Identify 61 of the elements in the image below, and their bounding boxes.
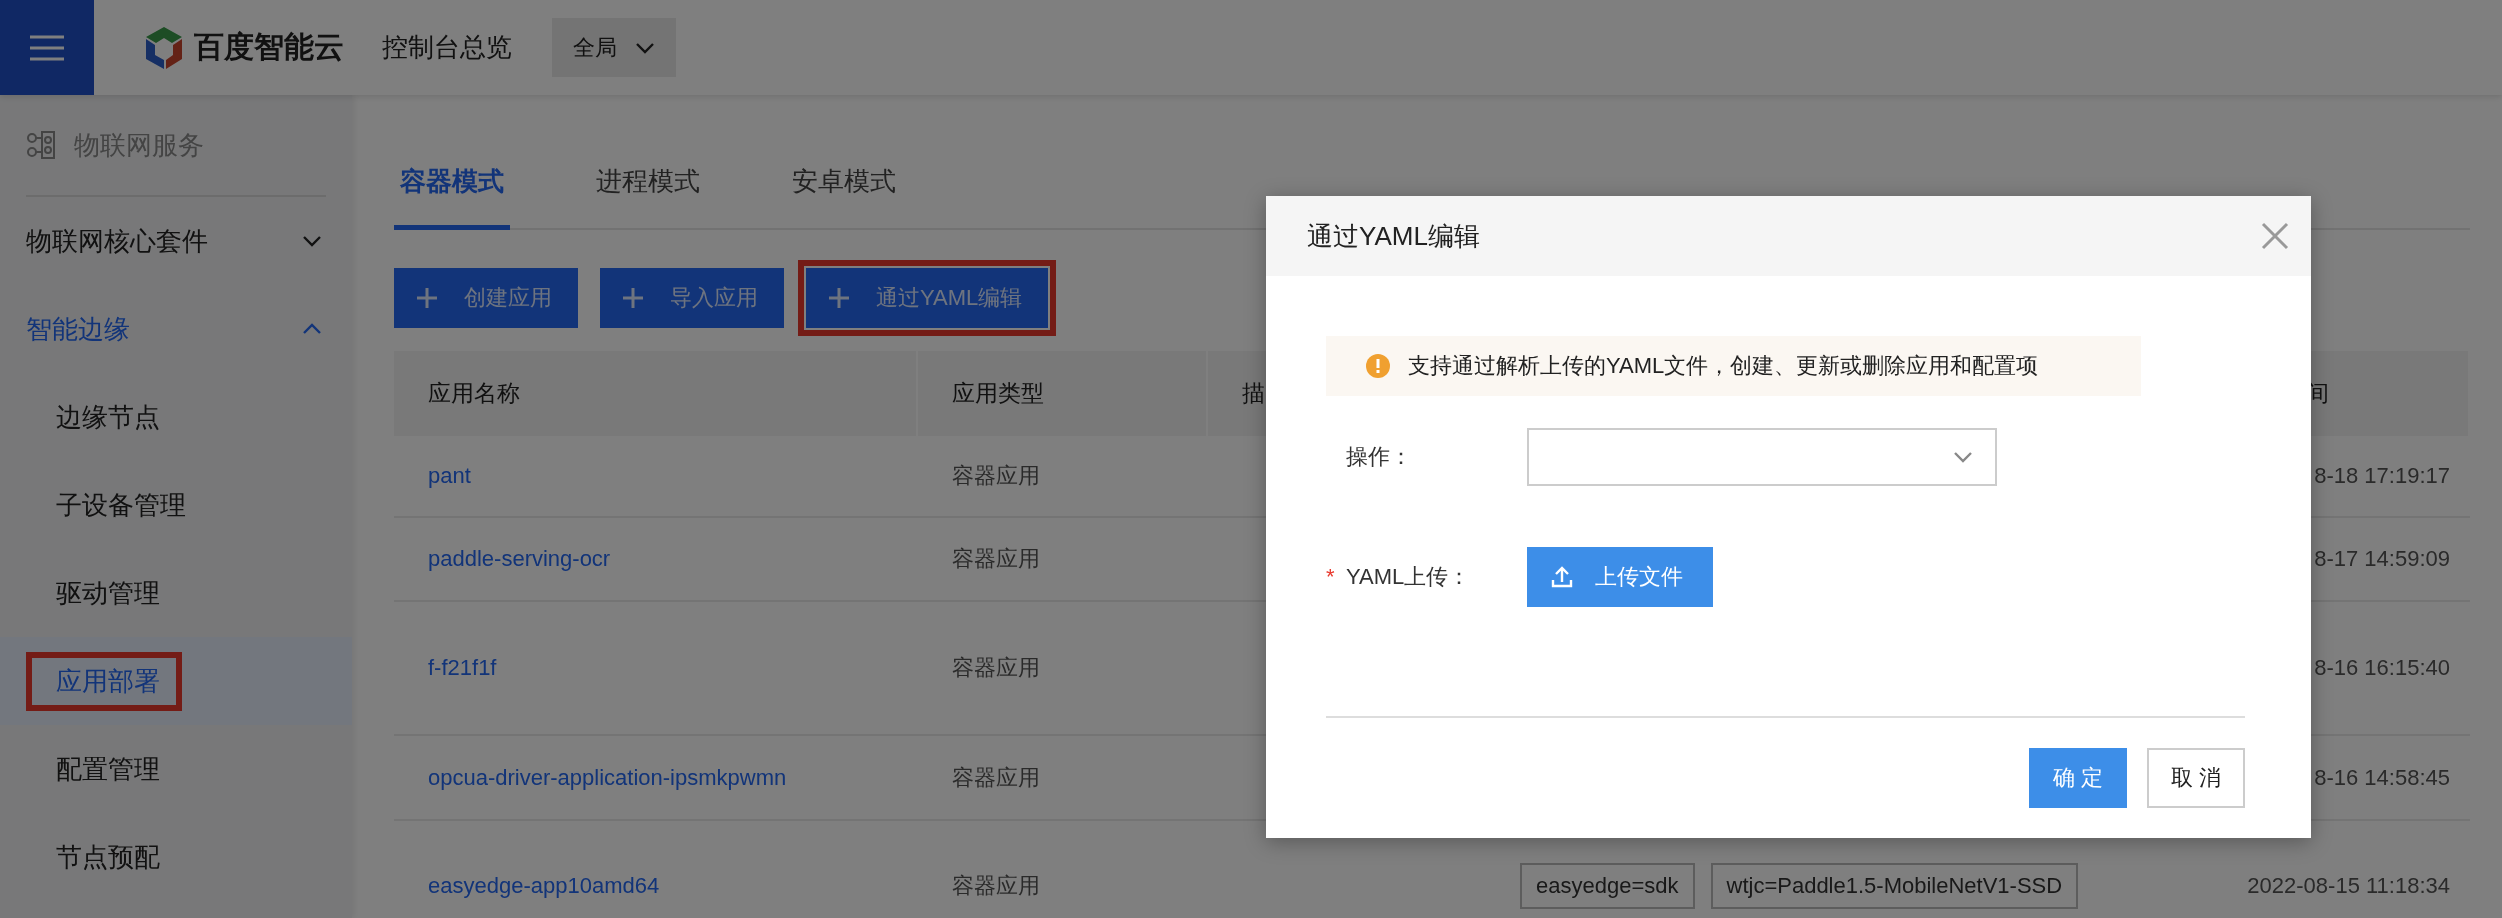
plus-icon [416,287,438,309]
menu-button[interactable] [0,0,94,95]
cube-logo-icon [144,25,184,70]
sidebar-item[interactable]: 配置管理 [56,745,160,793]
sidebar-item[interactable]: 子设备管理 [56,481,186,529]
dialog-title: 通过YAML编辑 [1307,219,1480,253]
plus-icon [622,287,644,309]
toolbar-button[interactable]: 通过YAML编辑 [806,268,1049,328]
table-cell-text: 容器应用 [952,872,1040,900]
sidebar-item[interactable]: 应用部署 [56,657,160,705]
table-cell-text: 容器应用 [952,545,1040,573]
app-name-link[interactable]: opcua-driver-application-ipsmkpwmn [428,764,787,791]
toolbar-button[interactable]: 创建应用 [394,268,578,328]
label-tag: easyedge=sdk [1520,863,1695,909]
column-header: 应用类型 [952,379,1044,408]
chevron-down-icon [635,41,655,54]
app-name-link[interactable]: paddle-serving-ocr [428,546,611,572]
tab[interactable]: 进程模式 [590,163,706,230]
plus-icon [828,287,850,309]
close-button[interactable] [2261,222,2289,250]
cancel-button[interactable]: 取 消 [2147,748,2245,808]
chevron-down-icon [1953,451,1973,463]
upload-button[interactable]: 上传文件 [1527,547,1713,607]
sidebar-group[interactable]: 智能边缘 [0,285,352,373]
table-cell-text: 容器应用 [952,654,1040,682]
close-icon [2261,222,2289,250]
required-asterisk: * [1326,564,1336,590]
app-name-link[interactable]: f-f21f1f [428,655,497,681]
sidebar-item[interactable]: 驱动管理 [56,569,160,617]
notice-text: 支持通过解析上传的YAML文件，创建、更新或删除应用和配置项 [1408,352,2039,380]
tab[interactable]: 安卓模式 [786,163,902,230]
sidebar-item[interactable]: 节点预配 [56,833,160,881]
toolbar-button[interactable]: 导入应用 [600,268,784,328]
brand-name: 百度智能云 [194,29,344,65]
table-cell-text: 容器应用 [952,462,1040,490]
table-cell: 8-17 14:59:09 [2314,546,2450,572]
confirm-button[interactable]: 确 定 [2029,748,2127,808]
table-cell: 8-18 17:19:17 [2314,463,2450,489]
field-label: 操作： [1346,443,1412,471]
network-nodes-icon [26,130,56,160]
field-label: YAML上传： [1346,563,1471,591]
sidebar-item[interactable]: 边缘节点 [56,393,160,441]
column-header: 应用名称 [428,379,520,408]
tab[interactable]: 容器模式 [394,163,510,230]
menu-icon [30,33,64,62]
table-cell: 8-16 14:58:45 [2314,764,2450,791]
app-name-link[interactable]: easyedge-app10amd64 [428,873,660,899]
app-name-link[interactable]: pant [428,463,471,489]
sidebar-group[interactable]: 物联网核心套件 [0,197,352,285]
chevron-up-icon [302,323,322,335]
region-dropdown[interactable]: 全局 [552,18,676,77]
upload-icon [1551,566,1573,588]
table-cell: 2022-08-15 11:18:34 [2247,873,2450,899]
table-cell: 8-16 16:15:40 [2314,655,2450,681]
table-cell-text: 容器应用 [952,763,1040,792]
label-tag: wtjc=Paddle1.5-MobileNetV1-SSD [1710,863,2079,909]
console-overview-link[interactable]: 控制台总览 [382,30,512,65]
operation-select[interactable] [1527,428,1997,486]
warning-icon [1366,354,1390,378]
chevron-down-icon [302,235,322,247]
column-header: 描 [1242,379,1265,408]
